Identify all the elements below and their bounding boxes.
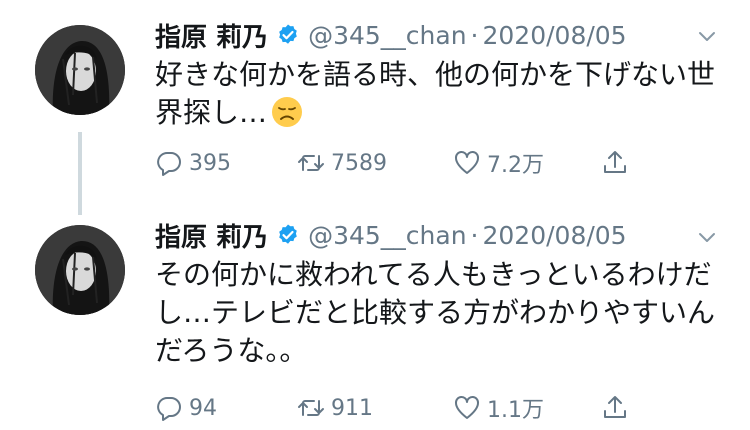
reply-count: 395 bbox=[189, 150, 231, 176]
thread-connector-line bbox=[78, 132, 82, 215]
tweet-header: 指原 莉乃 @345__chan · 2020/08/05 bbox=[155, 17, 627, 53]
verified-badge-icon bbox=[279, 24, 297, 44]
user-handle[interactable]: @345__chan bbox=[308, 21, 466, 50]
tweet-text-line: だろうな。。 bbox=[155, 334, 308, 367]
retweet-button[interactable]: 7589 bbox=[297, 149, 387, 177]
retweet-arrows-icon bbox=[298, 155, 324, 171]
disappointed-face-emoji bbox=[272, 97, 303, 127]
share-upload-icon bbox=[604, 151, 626, 173]
tweet-actions: 395 7589 7.2万 bbox=[155, 145, 635, 181]
retweet-count: 7589 bbox=[331, 150, 387, 176]
tweet-date[interactable]: 2020/08/05 bbox=[483, 21, 627, 50]
tweet-text-line: 好きな何かを語る時、他の何かを下げない世 bbox=[155, 58, 716, 91]
like-button[interactable]: 7.2万 bbox=[453, 147, 544, 179]
retweet-count: 911 bbox=[331, 395, 373, 421]
reply-count: 94 bbox=[189, 395, 217, 421]
speech-bubble-icon bbox=[157, 152, 181, 176]
tweet-text: その何かに救われてる人もきっといるわけだ し…テレビだと比較する方がわかりやすい… bbox=[155, 256, 735, 370]
reply-button[interactable]: 94 bbox=[155, 394, 217, 422]
like-count: 7.2万 bbox=[487, 153, 544, 178]
display-name[interactable]: 指原 莉乃 bbox=[155, 217, 268, 254]
separator-dot: · bbox=[470, 220, 479, 250]
tweet[interactable]: 指原 莉乃 @345__chan · 2020/08/05 好きな何かを語る時、… bbox=[0, 0, 750, 215]
share-button[interactable] bbox=[601, 394, 629, 422]
tweet-text-line: その何かに救われてる人もきっといるわけだ bbox=[155, 258, 712, 291]
avatar[interactable] bbox=[35, 25, 125, 115]
tweet-text-line: 界探し… bbox=[155, 96, 268, 129]
tweet-text: 好きな何かを語る時、他の何かを下げない世 界探し… bbox=[155, 56, 735, 132]
retweet-arrows-icon bbox=[298, 400, 324, 416]
retweet-button[interactable]: 911 bbox=[297, 394, 373, 422]
share-button[interactable] bbox=[601, 149, 629, 177]
tweet-actions: 94 911 1.1万 bbox=[155, 390, 635, 426]
verified-badge-icon bbox=[279, 224, 297, 244]
chevron-down-icon[interactable] bbox=[694, 24, 720, 50]
tweet-text-line-with-emoji: 界探し… bbox=[155, 94, 735, 132]
avatar[interactable] bbox=[35, 225, 125, 315]
display-name[interactable]: 指原 莉乃 bbox=[155, 17, 268, 54]
heart-icon bbox=[455, 151, 479, 174]
user-handle[interactable]: @345__chan bbox=[308, 221, 466, 250]
tweet-header: 指原 莉乃 @345__chan · 2020/08/05 bbox=[155, 217, 627, 253]
like-button[interactable]: 1.1万 bbox=[453, 392, 544, 424]
reply-button[interactable]: 395 bbox=[155, 149, 231, 177]
like-count: 1.1万 bbox=[487, 398, 544, 423]
chevron-down-icon[interactable] bbox=[694, 225, 720, 251]
tweet-date[interactable]: 2020/08/05 bbox=[483, 221, 627, 250]
tweet-text-line: し…テレビだと比較する方がわかりやすいん bbox=[155, 296, 716, 329]
speech-bubble-icon bbox=[157, 397, 181, 421]
separator-dot: · bbox=[470, 20, 479, 50]
tweet[interactable]: 指原 莉乃 @345__chan · 2020/08/05 その何かに救われてる… bbox=[0, 215, 750, 430]
share-upload-icon bbox=[604, 396, 626, 418]
heart-icon bbox=[455, 396, 479, 419]
